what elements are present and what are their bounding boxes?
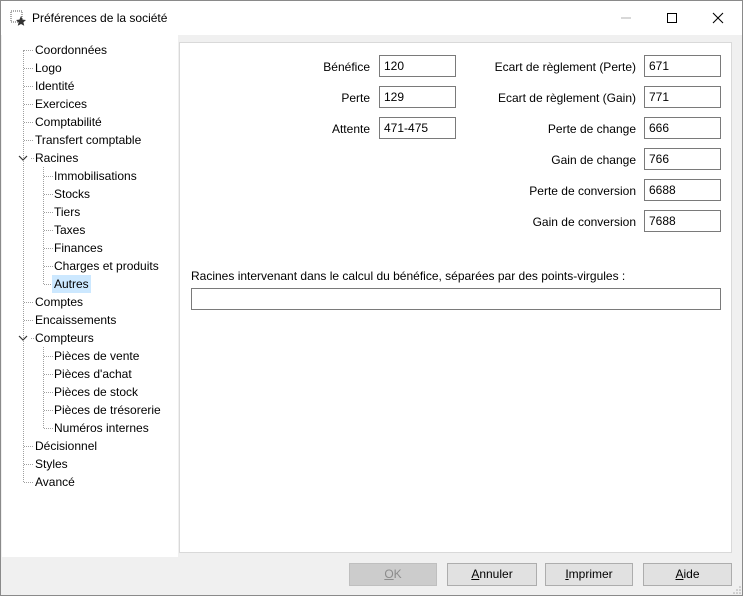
tree-item-pieces-de-tresorerie[interactable]: Pièces de trésorerie <box>52 401 163 419</box>
tree-connector <box>24 104 33 105</box>
ok-button[interactable]: OK <box>349 563 437 586</box>
tree-connector <box>43 347 44 428</box>
tree-item-compteurs[interactable]: Compteurs <box>33 329 96 347</box>
ecart-reglement-gain-field[interactable]: 771 <box>644 86 721 108</box>
title-bar: Préférences de la société <box>1 1 742 35</box>
tree-item-racines[interactable]: Racines <box>33 149 80 167</box>
ecart-reglement-perte-field[interactable]: 671 <box>644 55 721 77</box>
resize-grip-icon[interactable] <box>730 583 742 595</box>
settings-tree: Coordonnées Logo Identité Exercices Comp… <box>2 35 178 557</box>
preferences-window: Préférences de la société Coordonnées Lo… <box>0 0 743 596</box>
tree-connector <box>24 464 33 465</box>
racines-benefice-label: Racines intervenant dans le calcul du bé… <box>191 269 626 283</box>
tree-item-immobilisations[interactable]: Immobilisations <box>52 167 139 185</box>
cancel-button-label: nnuler <box>479 567 513 581</box>
tree-item-encaissements[interactable]: Encaissements <box>33 311 118 329</box>
ecart-reglement-gain-label: Ecart de règlement (Gain) <box>497 91 636 105</box>
attente-label: Attente <box>331 122 370 136</box>
tree-item-pieces-de-vente[interactable]: Pièces de vente <box>52 347 141 365</box>
attente-field[interactable]: 471-475 <box>379 117 456 139</box>
print-button[interactable]: Imprimer <box>545 563 633 586</box>
tree-connector <box>24 446 33 447</box>
tree-connector <box>24 50 33 51</box>
tree-connector <box>24 140 33 141</box>
tree-item-pieces-de-stock[interactable]: Pièces de stock <box>52 383 140 401</box>
perte-de-conversion-field[interactable]: 6688 <box>644 179 721 201</box>
ok-button-mnemonic: O <box>384 567 394 581</box>
help-button[interactable]: Aide <box>643 563 732 586</box>
racines-benefice-field[interactable] <box>191 288 721 310</box>
perte-de-change-field[interactable]: 666 <box>644 117 721 139</box>
gain-de-conversion-field[interactable]: 7688 <box>644 210 721 232</box>
app-icon <box>10 10 26 26</box>
perte-label: Perte <box>341 91 370 105</box>
tree-item-charges-et-produits[interactable]: Charges et produits <box>52 257 161 275</box>
perte-de-change-label: Perte de change <box>547 122 636 136</box>
gain-de-change-label: Gain de change <box>551 153 636 167</box>
maximize-button[interactable] <box>649 1 695 35</box>
tree-connector <box>24 320 33 321</box>
tree-item-stocks[interactable]: Stocks <box>52 185 92 203</box>
tree-item-tiers[interactable]: Tiers <box>52 203 82 221</box>
tree-item-numeros-internes[interactable]: Numéros internes <box>52 419 151 437</box>
tree-connector <box>24 68 33 69</box>
help-button-label: ide <box>683 567 700 581</box>
close-icon <box>712 12 724 24</box>
tree-connector <box>24 122 33 123</box>
tree-item-styles[interactable]: Styles <box>33 455 70 473</box>
benefice-field[interactable]: 120 <box>379 55 456 77</box>
settings-panel: Bénéfice 120 Perte 129 Attente 471-475 E… <box>179 42 732 553</box>
chevron-down-icon[interactable] <box>17 152 29 164</box>
tree-item-logo[interactable]: Logo <box>33 59 64 77</box>
ok-button-label: K <box>393 567 402 581</box>
window-title: Préférences de la société <box>32 11 168 25</box>
tree-item-transfert-comptable[interactable]: Transfert comptable <box>33 131 143 149</box>
tree-item-finances[interactable]: Finances <box>52 239 105 257</box>
perte-de-conversion-label: Perte de conversion <box>529 184 636 198</box>
chevron-down-icon[interactable] <box>17 332 29 344</box>
tree-item-avance[interactable]: Avancé <box>33 473 77 491</box>
help-button-mnemonic: A <box>675 567 684 581</box>
tree-connector <box>24 302 33 303</box>
tree-connector <box>24 86 33 87</box>
minimize-button[interactable] <box>603 1 649 35</box>
tree-item-comptes[interactable]: Comptes <box>33 293 85 311</box>
gain-de-conversion-label: Gain de conversion <box>532 215 636 229</box>
benefice-label: Bénéfice <box>323 60 370 74</box>
tree-item-exercices[interactable]: Exercices <box>33 95 89 113</box>
tree-connector <box>23 50 24 482</box>
tree-item-autres[interactable]: Autres <box>52 275 91 293</box>
tree-item-identite[interactable]: Identité <box>33 77 76 95</box>
minimize-icon <box>621 17 631 19</box>
maximize-icon <box>667 13 677 23</box>
print-button-label: mprimer <box>568 567 613 581</box>
tree-item-decisionnel[interactable]: Décisionnel <box>33 437 99 455</box>
tree-item-coordonnees[interactable]: Coordonnées <box>33 41 109 59</box>
tree-item-comptabilite[interactable]: Comptabilité <box>33 113 104 131</box>
tree-item-taxes[interactable]: Taxes <box>52 221 87 239</box>
close-button[interactable] <box>695 1 741 35</box>
cancel-button[interactable]: Annuler <box>447 563 537 586</box>
perte-field[interactable]: 129 <box>379 86 456 108</box>
ecart-reglement-perte-label: Ecart de règlement (Perte) <box>494 60 636 74</box>
tree-item-pieces-d-achat[interactable]: Pièces d'achat <box>52 365 134 383</box>
tree-connector <box>24 482 33 483</box>
gain-de-change-field[interactable]: 766 <box>644 148 721 170</box>
